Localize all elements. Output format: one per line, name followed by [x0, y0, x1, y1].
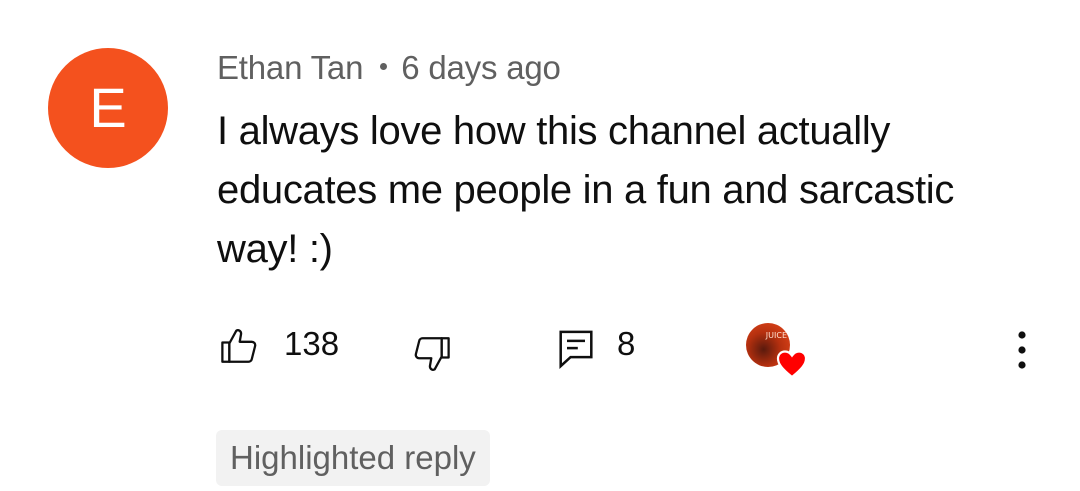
comment-time[interactable]: 6 days ago: [401, 49, 561, 86]
separator-dot: [380, 62, 388, 70]
creator-avatar-text: JUICE: [765, 331, 787, 340]
creator-heart[interactable]: JUICE: [746, 323, 810, 383]
author-name[interactable]: Ethan Tan: [217, 49, 363, 86]
reply-count: 8: [617, 325, 636, 362]
thumbs-up-icon[interactable]: [218, 325, 260, 367]
avatar-letter: E: [89, 76, 127, 139]
highlighted-reply-badge: Highlighted reply: [216, 430, 490, 486]
heart-icon: [776, 349, 808, 384]
more-vertical-icon[interactable]: [1012, 327, 1032, 373]
comment-header: Ethan Tan 6 days ago: [217, 49, 561, 87]
comment-actions: 138 8 JUICE: [0, 315, 1080, 379]
thumbs-down-icon[interactable]: [411, 333, 453, 375]
comment-icon[interactable]: [558, 329, 594, 369]
like-count: 138: [284, 325, 340, 362]
comment-text: I always love how this channel actually …: [217, 109, 955, 271]
author-avatar[interactable]: E: [48, 48, 168, 168]
